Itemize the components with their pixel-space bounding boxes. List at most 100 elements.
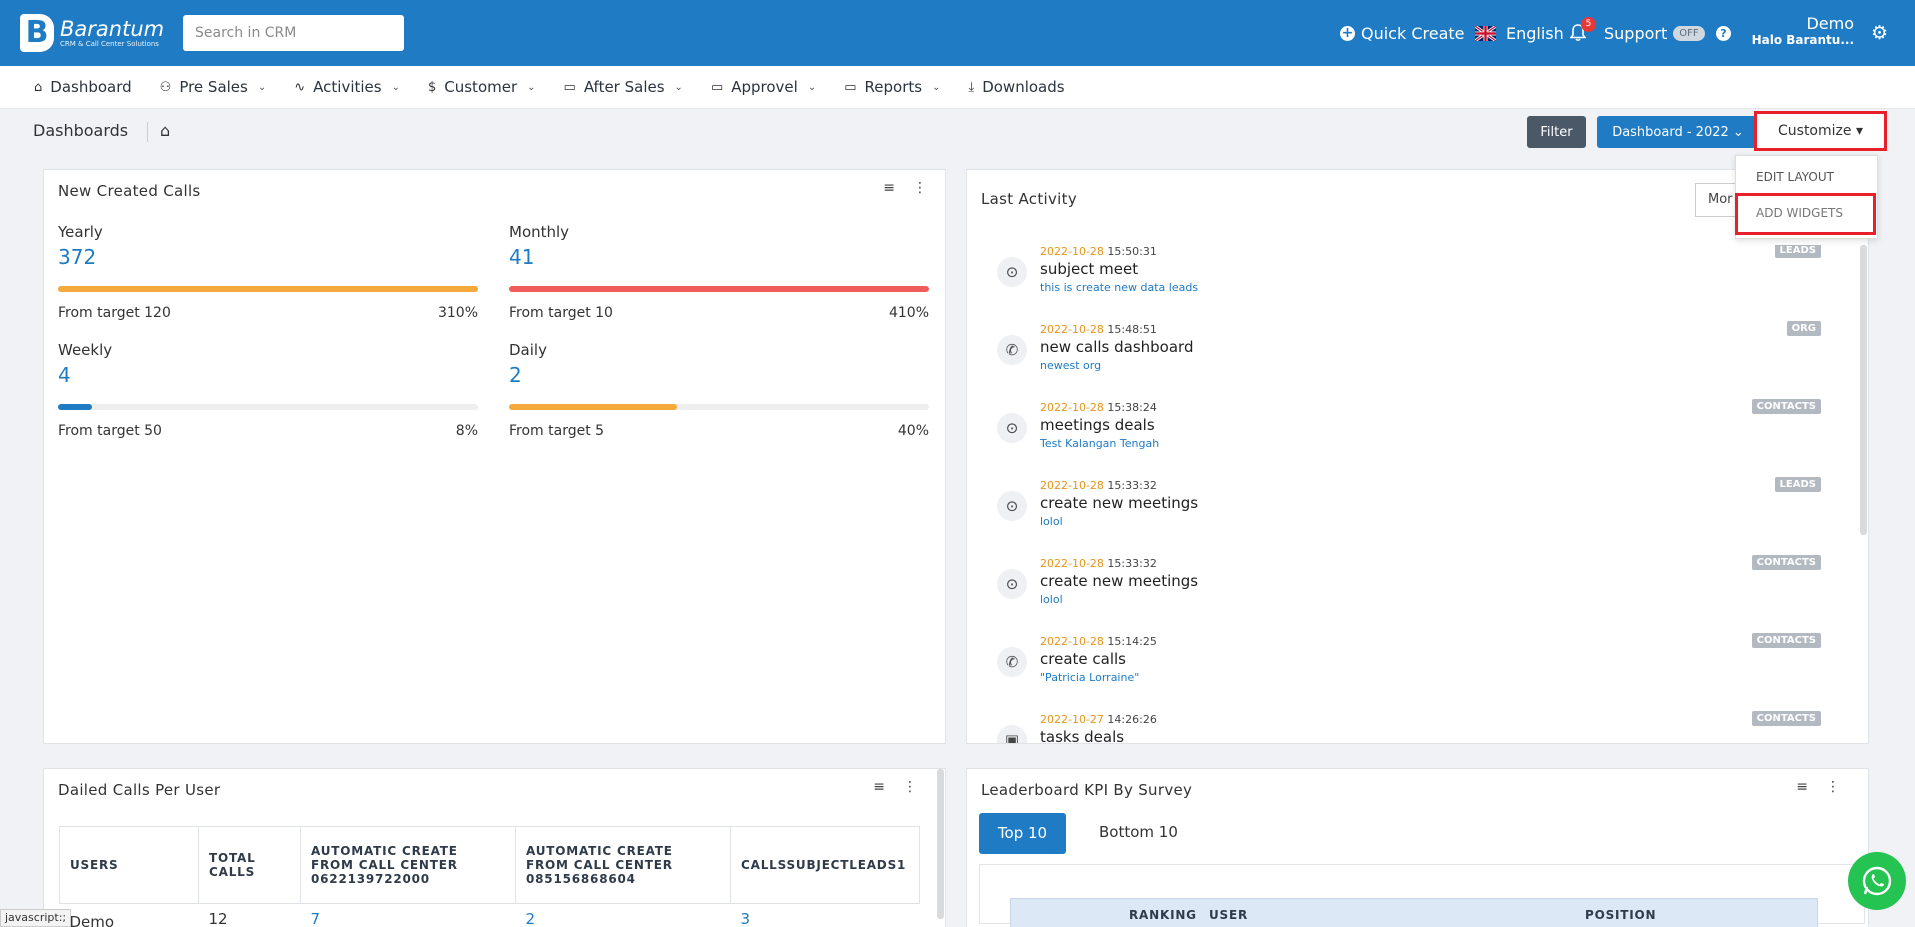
phone-icon: ✆ [997,647,1027,677]
stat-value: 372 [58,245,97,269]
chevron-down-icon: ⌄ [527,81,536,93]
settings-gear-icon[interactable]: ⚙ [1871,22,1888,44]
progress-bar [58,404,478,410]
progress-fill [509,404,677,410]
caret-down-icon: ▾ [1855,123,1863,139]
search-input[interactable] [183,15,404,51]
status-bar-text: javascript:; [0,909,72,927]
status-badge: ORG [1786,321,1821,336]
widget-title: Dailed Calls Per User [58,781,221,799]
plus-circle-icon: + [1340,24,1355,41]
filter-icon[interactable]: ≡ [883,180,895,196]
progress-bar [509,404,929,410]
nav-item-customer[interactable]: $ Customer ⌄ [428,78,536,96]
list-item[interactable]: ⊙ 2022-10-28 15:33:32 create new meeting… [967,555,1847,635]
dialed-calls-table: USERS TOTAL CALLS AUTOMATIC CREATE FROM … [59,826,920,927]
quick-create-button[interactable]: + Quick Create [1340,0,1465,66]
home-icon[interactable]: ⌂ [160,121,170,140]
chevron-down-icon: ⌄ [932,81,941,93]
customize-button[interactable]: Customize ▾ [1754,111,1887,151]
stat-monthly: Monthly 41 From target 10 410% [509,223,929,321]
whatsapp-chat-button[interactable] [1848,852,1906,910]
widget-title: Leaderboard KPI By Survey [981,781,1193,799]
notifications-button[interactable]: 5 [1570,0,1596,66]
status-badge: LEADS [1774,477,1821,492]
leaderboard-table-header: RANKING USER POSITION [1010,898,1818,927]
list-item[interactable]: ⊙ 2022-10-28 15:50:31 subject meet this … [967,245,1847,323]
filter-icon[interactable]: ≡ [1796,779,1808,795]
folder-icon: ▭ [844,79,857,95]
location-icon: ⊙ [997,569,1027,599]
nav-item-reports[interactable]: ▭ Reports ⌄ [844,78,940,96]
status-badge: CONTACTS [1751,399,1821,414]
chevron-down-icon: ⌄ [807,81,817,93]
add-widgets-menu-item[interactable]: ADD WIDGETS [1756,206,1843,220]
status-badge: CONTACTS [1751,711,1821,726]
nav-item-dashboard[interactable]: ⌂ Dashboard [34,78,132,96]
uk-flag-icon [1475,25,1496,41]
nav-item-activities[interactable]: ∿ Activities ⌄ [294,78,400,96]
support-state-badge: OFF [1673,25,1705,41]
nav-item-downloads[interactable]: ⤓ Downloads [968,78,1064,96]
user-menu[interactable]: Demo Halo Barantu... [1742,14,1854,47]
progress-fill [58,286,478,292]
stat-yearly: Yearly 372 From target 120 310% [58,223,478,321]
list-item[interactable]: ✆ 2022-10-28 15:48:51 new calls dashboar… [967,321,1847,401]
widget-title: New Created Calls [58,182,201,200]
stat-weekly: Weekly 4 From target 50 8% [58,341,478,439]
stat-value: 4 [58,363,71,387]
top-bar: B Barantum CRM & Call Center Solutions +… [0,0,1915,66]
activity-icon: ∿ [294,79,306,95]
status-badge: CONTACTS [1751,633,1821,648]
list-item[interactable]: ⊙ 2022-10-28 15:33:32 create new meeting… [967,477,1847,557]
support-toggle[interactable]: Support OFF [1604,0,1705,66]
dialed-calls-widget: Dailed Calls Per User ≡ ⋮ USERS TOTAL CA… [43,768,946,927]
customize-dropdown: EDIT LAYOUT ADD WIDGETS [1735,155,1878,239]
filter-button[interactable]: Filter [1527,116,1586,148]
logo-mark-icon: B [20,14,54,52]
nav-item-pre-sales[interactable]: ⚇ Pre Sales ⌄ [160,78,267,96]
new-created-calls-widget: New Created Calls ≡ ⋮ Yearly 372 From ta… [43,169,946,744]
help-button[interactable]: ? [1716,0,1731,66]
language-selector[interactable]: English [1475,0,1564,66]
location-icon: ⊙ [997,257,1027,287]
progress-bar [58,286,478,292]
list-item[interactable]: ⊙ 2022-10-28 15:38:24 meetings deals Tes… [967,399,1847,479]
list-item[interactable]: ▣ 2022-10-27 14:26:26 tasks deals CONTAC… [967,711,1847,743]
scrollbar[interactable] [937,769,944,919]
list-item[interactable]: ✆ 2022-10-28 15:14:25 create calls "Patr… [967,633,1847,713]
status-badge: CONTACTS [1751,555,1821,570]
chevron-down-icon: ⌄ [1732,124,1744,140]
dashboard-select-button[interactable]: Dashboard - 2022 ⌄ [1597,116,1759,148]
progress-fill [58,404,92,410]
more-vertical-icon[interactable]: ⋮ [1826,779,1840,795]
chevron-down-icon: ⌄ [257,81,267,93]
brand-tagline: CRM & Call Center Solutions [60,39,159,48]
more-vertical-icon[interactable]: ⋮ [913,180,927,196]
main-nav: ⌂ Dashboard ⚇ Pre Sales ⌄ ∿ Activities ⌄ $ Cus… [0,66,1915,109]
location-icon: ⊙ [997,413,1027,443]
dollar-icon: $ [427,79,437,95]
notification-count-badge: 5 [1581,17,1596,32]
tab-bottom-10[interactable]: Bottom 10 [1099,823,1178,841]
table-row: Demo 12 7 2 3 [69,910,751,927]
scrollbar[interactable] [1860,245,1867,535]
nav-item-approvel[interactable]: ▭ Approvel ⌄ [711,78,816,96]
edit-layout-menu-item[interactable]: EDIT LAYOUT [1756,170,1834,184]
chevron-down-icon: ⌄ [391,81,400,93]
users-icon: ⚇ [159,79,172,95]
tab-top-10[interactable]: Top 10 [979,813,1066,854]
folder-icon: ▭ [710,79,724,95]
leaderboard-widget: Leaderboard KPI By Survey ≡ ⋮ Top 10 Bot… [966,768,1869,927]
last-activity-widget: Last Activity Mor ⊙ 2022-10-28 15:50:31 … [966,169,1869,744]
more-vertical-icon[interactable]: ⋮ [903,779,917,795]
status-badge: LEADS [1774,245,1821,258]
brand-logo[interactable]: B Barantum CRM & Call Center Solutions [20,14,164,52]
progress-bar [509,286,929,292]
whatsapp-icon [1862,866,1892,896]
filter-icon[interactable]: ≡ [873,779,885,795]
brand-name: Barantum [60,16,165,41]
download-icon: ⤓ [968,79,975,95]
nav-item-after-sales[interactable]: ▭ After Sales ⌄ [564,78,683,96]
question-icon: ? [1716,25,1731,41]
